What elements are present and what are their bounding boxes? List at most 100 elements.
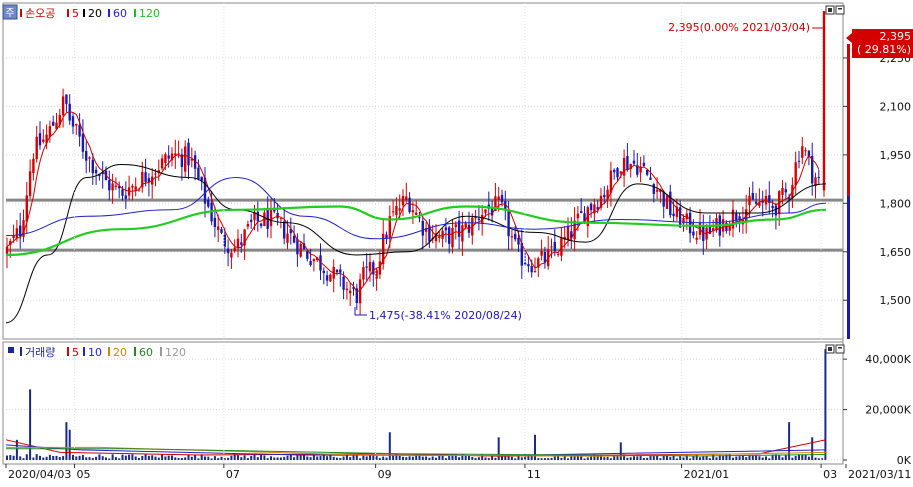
- volume-bar: [606, 457, 609, 460]
- candle-down: [817, 177, 820, 179]
- volume-bar: [477, 457, 480, 460]
- volume-bar: [378, 458, 381, 460]
- volume-bar: [659, 458, 662, 460]
- candle-up: [461, 225, 464, 242]
- legend-label-vma20[interactable]: 20: [113, 346, 127, 359]
- volume-bar: [25, 454, 28, 460]
- candle-up: [510, 236, 514, 238]
- legend-label-ma5[interactable]: 5: [72, 7, 79, 20]
- candle-down: [580, 211, 583, 214]
- volume-bar: [603, 457, 606, 460]
- volume-bar: [52, 455, 55, 460]
- price-panel: [2, 2, 844, 340]
- candle-up: [269, 209, 273, 227]
- volume-bar: [157, 457, 160, 460]
- candle-up: [484, 209, 487, 213]
- volume-bar: [260, 454, 263, 460]
- candle-down: [240, 242, 243, 245]
- candle-up: [160, 158, 164, 169]
- candle-up: [15, 228, 19, 239]
- volume-bar: [547, 458, 550, 460]
- volume-bar: [105, 457, 107, 460]
- candle-up: [398, 208, 401, 211]
- legend-marker-ma5: [67, 9, 69, 17]
- volume-bar: [131, 454, 134, 460]
- legend-label-volume[interactable]: 거래량: [25, 346, 55, 359]
- volume-bar: [230, 455, 233, 460]
- volume-bar: [784, 454, 787, 460]
- volume-bar: [411, 456, 414, 460]
- candle-up: [230, 252, 233, 258]
- candle-up: [665, 195, 669, 209]
- candle-up: [794, 162, 797, 186]
- volume-bar: [811, 437, 814, 460]
- volume-bar: [75, 456, 78, 460]
- volume-bar: [807, 456, 810, 460]
- volume-bar: [12, 455, 15, 460]
- legend-label-ma20[interactable]: 20: [88, 7, 102, 20]
- volume-bar: [98, 454, 101, 460]
- candle-down: [220, 229, 223, 233]
- legend-label-vma10[interactable]: 10: [88, 346, 102, 359]
- legend-label-vma5[interactable]: 5: [72, 346, 79, 359]
- volume-bar: [540, 458, 543, 460]
- candle-up: [533, 271, 537, 273]
- restore-icon-inner: [828, 8, 832, 12]
- volume-bar: [646, 457, 649, 460]
- volume-bar: [81, 454, 84, 460]
- stock-chart-window: 2,250 2,100 1,950 1,800 1,650 1,500 40,000K 20…: [0, 0, 913, 483]
- legend-marker-volume: [20, 347, 22, 356]
- candle-down: [187, 142, 190, 166]
- volume-bar: [520, 457, 523, 460]
- maximize-icon[interactable]: [835, 5, 845, 15]
- volume-bar: [682, 457, 685, 460]
- legend-marker-vma60: [134, 347, 136, 356]
- volume-bar: [359, 458, 362, 460]
- volume-bar: [345, 455, 348, 460]
- low-annotation-label: 1,475(-38.41% 2020/08/24): [369, 309, 522, 322]
- chart-canvas: 2,2502,1001,9501,8001,6501,500 40,000K20…: [0, 0, 913, 483]
- volume-bar: [256, 457, 259, 460]
- candle-up: [454, 224, 457, 227]
- maximize-icon[interactable]: [835, 344, 845, 354]
- volume-bar: [804, 454, 807, 460]
- volume-bar: [382, 456, 385, 460]
- volume-bar: [329, 454, 332, 460]
- volume-bar: [708, 458, 711, 460]
- volume-bar: [187, 454, 190, 460]
- date-tick-label: 2021/01: [684, 468, 730, 481]
- candle-down: [91, 159, 94, 174]
- candle-up: [345, 288, 349, 291]
- volume-bar: [111, 454, 114, 460]
- volume-bar: [237, 455, 239, 460]
- candle-up: [349, 290, 352, 294]
- volume-bar: [590, 456, 593, 460]
- volume-bar: [448, 455, 451, 460]
- volume-bar: [9, 455, 12, 460]
- candle-down: [553, 241, 556, 251]
- volume-bar: [65, 422, 68, 460]
- candle-down: [309, 260, 312, 266]
- candle-up: [329, 274, 332, 282]
- candle-down: [751, 192, 754, 200]
- volume-bar: [728, 454, 731, 460]
- volume-bar: [788, 422, 791, 460]
- volume-bar: [114, 456, 117, 460]
- volume-bar: [68, 429, 71, 460]
- candle-down: [784, 189, 787, 193]
- legend-label-ma120[interactable]: 120: [139, 7, 160, 20]
- legend-marker-volume-icon: [8, 347, 14, 353]
- legend-label-price[interactable]: 손오공: [25, 7, 55, 20]
- volume-bar: [471, 457, 474, 460]
- maximize-icon-bar: [838, 8, 842, 10]
- legend-label-vma120[interactable]: 120: [165, 346, 186, 359]
- candle-up: [42, 139, 45, 142]
- candle-up: [375, 269, 378, 279]
- volume-bar: [405, 457, 408, 460]
- volume-bar: [167, 455, 170, 460]
- candle-up: [764, 196, 768, 205]
- candle-up: [566, 226, 570, 240]
- legend-label-ma60[interactable]: 60: [113, 7, 127, 20]
- volume-bar: [306, 456, 309, 460]
- legend-label-vma60[interactable]: 60: [139, 346, 153, 359]
